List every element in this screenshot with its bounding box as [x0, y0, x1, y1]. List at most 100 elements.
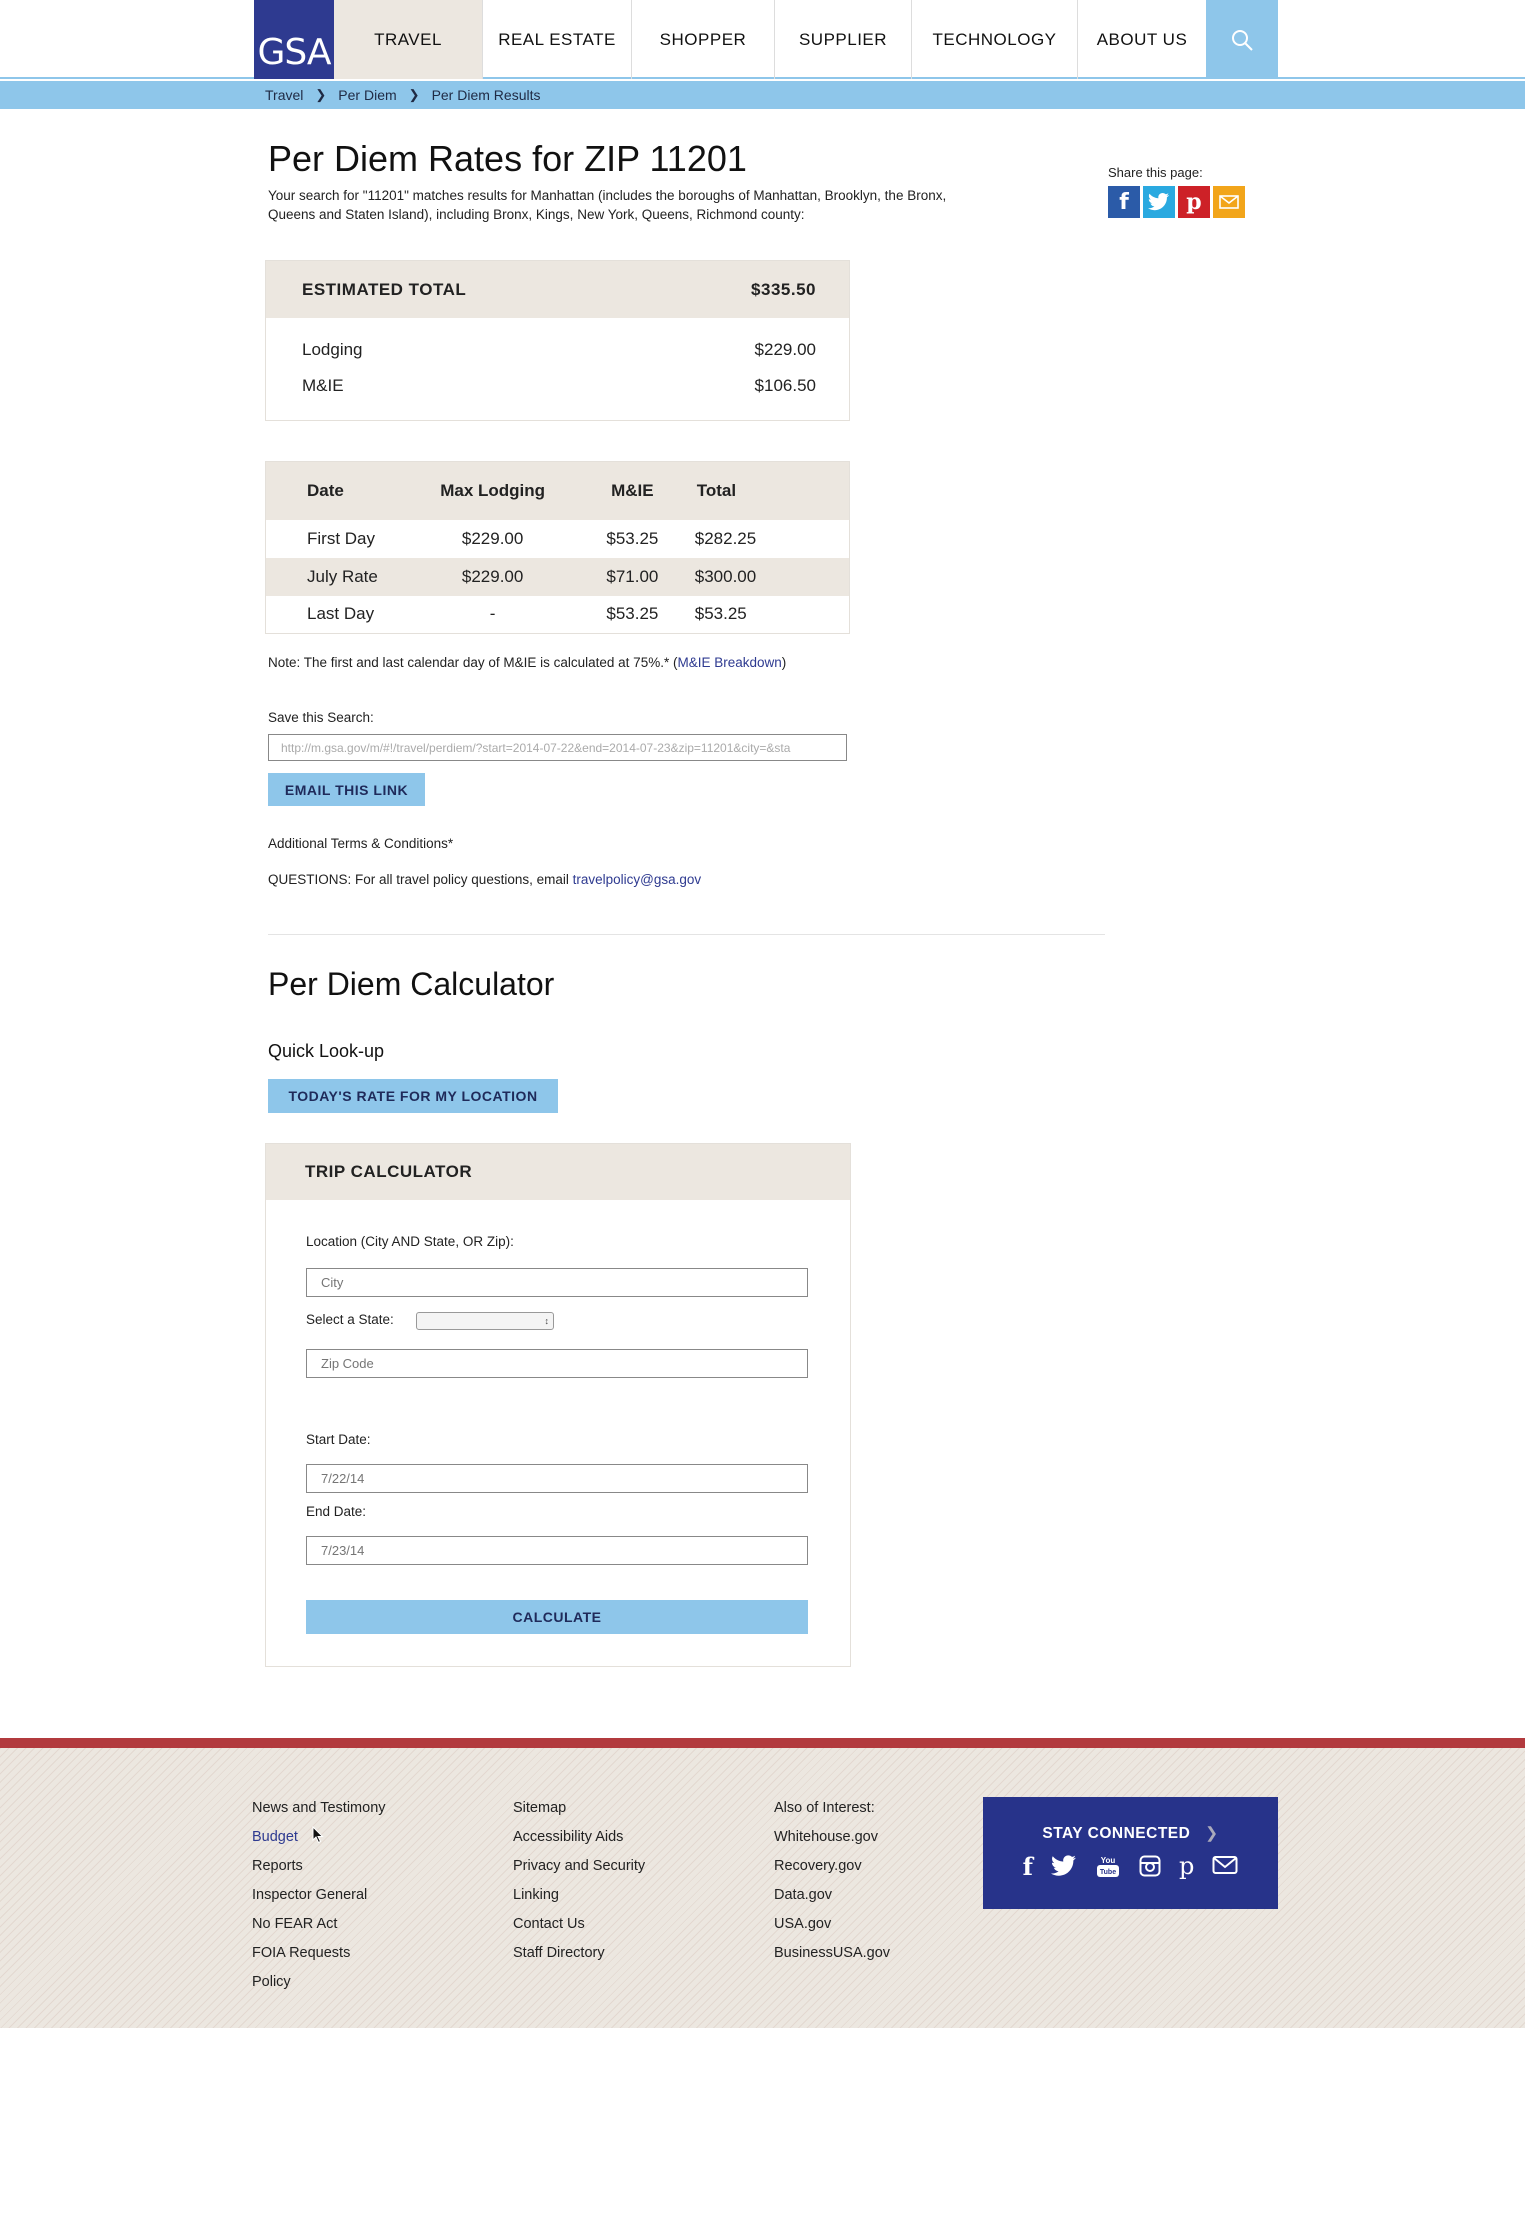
state-label: Select a State:	[306, 1312, 394, 1327]
mouse-cursor-icon	[312, 1826, 324, 1844]
table-cell: First Day	[307, 528, 375, 548]
section-divider	[268, 934, 1105, 935]
end-date-input[interactable]	[306, 1536, 808, 1565]
pinterest-icon[interactable]: p	[1179, 1854, 1194, 1879]
footer-link[interactable]: No FEAR Act	[252, 1916, 386, 1945]
footer-link[interactable]: Recovery.gov	[774, 1858, 890, 1887]
mie-breakdown-link[interactable]: M&IE Breakdown	[677, 655, 781, 670]
email-link-button[interactable]: EMAIL THIS LINK	[268, 773, 425, 806]
svg-text:Tube: Tube	[1100, 1869, 1116, 1876]
breadcrumb-bar: Travel ❯ Per Diem ❯ Per Diem Results	[0, 81, 1525, 109]
pinterest-icon[interactable]: p	[1178, 186, 1210, 218]
footer: News and Testimony Budget Reports Inspec…	[0, 1738, 1525, 2028]
footer-link[interactable]: FOIA Requests	[252, 1945, 386, 1974]
youtube-icon[interactable]: You Tube	[1095, 1855, 1121, 1879]
facebook-icon[interactable]: f	[1023, 1855, 1033, 1879]
top-nav: GSA TRAVEL REAL ESTATE SHOPPER SUPPLIER …	[0, 0, 1525, 79]
nav-real-estate[interactable]: REAL ESTATE	[483, 0, 632, 79]
nav-shopper[interactable]: SHOPPER	[632, 0, 775, 79]
note-close: )	[781, 655, 787, 670]
questions-label: QUESTIONS: For all travel policy questio…	[268, 872, 573, 887]
footer-link[interactable]: Linking	[513, 1887, 645, 1916]
gsa-logo[interactable]: GSA	[254, 0, 334, 79]
svg-text:You: You	[1101, 1856, 1116, 1865]
chevron-right-icon: ❯	[1205, 1825, 1219, 1842]
page-title: Per Diem Rates for ZIP 11201	[268, 138, 747, 179]
chevron-right-icon: ❯	[315, 87, 327, 102]
table-cell: $53.25	[606, 528, 659, 548]
end-date-label: End Date:	[306, 1504, 367, 1519]
stay-connected-label: STAY CONNECTED	[1042, 1825, 1191, 1842]
note-text: Note: The first and last calendar day of…	[268, 655, 678, 670]
footer-link[interactable]: Staff Directory	[513, 1945, 645, 1974]
calculator-title: Per Diem Calculator	[268, 966, 555, 1002]
nav-travel[interactable]: TRAVEL	[334, 0, 483, 79]
estimated-total-value: $335.50	[751, 279, 816, 299]
breadcrumb-per-diem[interactable]: Per Diem	[338, 87, 396, 103]
footer-link[interactable]: Inspector General	[252, 1887, 386, 1916]
footer-link[interactable]: Sitemap	[513, 1800, 645, 1829]
footer-link[interactable]: News and Testimony	[252, 1800, 386, 1829]
mie-label: M&IE	[302, 376, 344, 395]
column-header: Max Lodging	[415, 461, 570, 520]
select-arrows-icon: ↕	[544, 1316, 550, 1326]
trip-calculator-header: TRIP CALCULATOR	[266, 1144, 850, 1200]
column-header: Total	[694, 461, 850, 520]
search-button[interactable]	[1206, 0, 1278, 79]
footer-link[interactable]: Reports	[252, 1858, 386, 1887]
start-date-label: Start Date:	[306, 1432, 371, 1447]
share-label: Share this page:	[1108, 165, 1203, 180]
footer-link[interactable]: Accessibility Aids	[513, 1829, 645, 1858]
footer-column-2: Sitemap Accessibility Aids Privacy and S…	[513, 1800, 645, 1974]
save-search-url-field[interactable]	[268, 734, 847, 761]
calculate-button[interactable]: CALCULATE	[306, 1600, 808, 1634]
nav-supplier[interactable]: SUPPLIER	[775, 0, 912, 79]
facebook-icon[interactable]: f	[1108, 186, 1140, 218]
table-cell: July Rate	[265, 557, 416, 596]
start-date-input[interactable]	[306, 1464, 808, 1493]
breadcrumb: Travel ❯ Per Diem ❯ Per Diem Results	[265, 81, 540, 109]
instagram-icon[interactable]	[1139, 1855, 1161, 1877]
travelpolicy-email-link[interactable]: travelpolicy@gsa.gov	[573, 872, 702, 887]
email-icon[interactable]	[1212, 1855, 1238, 1875]
questions-text: QUESTIONS: For all travel policy questio…	[268, 872, 701, 887]
footer-link[interactable]: Policy	[252, 1974, 386, 2003]
mie-value: $106.50	[754, 376, 816, 395]
table-cell: $53.25	[694, 604, 747, 624]
twitter-icon[interactable]	[1143, 186, 1175, 218]
mie-note: Note: The first and last calendar day of…	[268, 655, 786, 670]
rates-table: Date Max Lodging M&IE Total First Day $2…	[265, 461, 850, 634]
twitter-icon[interactable]	[1050, 1855, 1077, 1877]
stay-connected-panel: STAY CONNECTED ❯ f You Tube p	[983, 1797, 1278, 1909]
chevron-right-icon: ❯	[408, 87, 420, 102]
nav-about-us[interactable]: ABOUT US	[1078, 0, 1206, 79]
quick-lookup-heading: Quick Look-up	[268, 1041, 385, 1061]
table-row: Last Day - $53.25 $53.25	[266, 596, 850, 634]
footer-link[interactable]: USA.gov	[774, 1916, 890, 1945]
search-icon	[1232, 29, 1253, 51]
footer-link[interactable]: Privacy and Security	[513, 1858, 645, 1887]
footer-link[interactable]: Whitehouse.gov	[774, 1829, 890, 1858]
footer-link[interactable]: Data.gov	[774, 1887, 890, 1916]
search-intro: Your search for "11201" matches results …	[268, 188, 947, 222]
footer-column-3: Also of Interest: Whitehouse.gov Recover…	[774, 1800, 890, 1974]
stay-connected-link[interactable]: STAY CONNECTED ❯	[983, 1824, 1278, 1843]
table-cell: $229.00	[415, 557, 570, 596]
table-cell: $300.00	[694, 557, 850, 596]
table-cell: $53.25	[606, 604, 659, 624]
breadcrumb-current: Per Diem Results	[431, 87, 541, 103]
zip-code-input[interactable]	[306, 1349, 808, 1378]
breadcrumb-travel[interactable]: Travel	[265, 87, 303, 103]
city-input[interactable]	[306, 1268, 808, 1297]
table-cell: $71.00	[569, 557, 695, 596]
footer-link[interactable]: BusinessUSA.gov	[774, 1945, 890, 1974]
terms-link[interactable]: Additional Terms & Conditions*	[268, 836, 453, 851]
nav-technology[interactable]: TECHNOLOGY	[912, 0, 1078, 79]
email-icon[interactable]	[1213, 186, 1245, 218]
table-row: First Day $229.00 $53.25 $282.25	[266, 520, 850, 558]
state-select[interactable]: ↕	[416, 1312, 554, 1330]
column-header: M&IE	[569, 461, 695, 520]
lodging-label: Lodging	[302, 340, 363, 359]
todays-rate-button[interactable]: TODAY'S RATE FOR MY LOCATION	[268, 1079, 558, 1113]
footer-link[interactable]: Contact Us	[513, 1916, 645, 1945]
